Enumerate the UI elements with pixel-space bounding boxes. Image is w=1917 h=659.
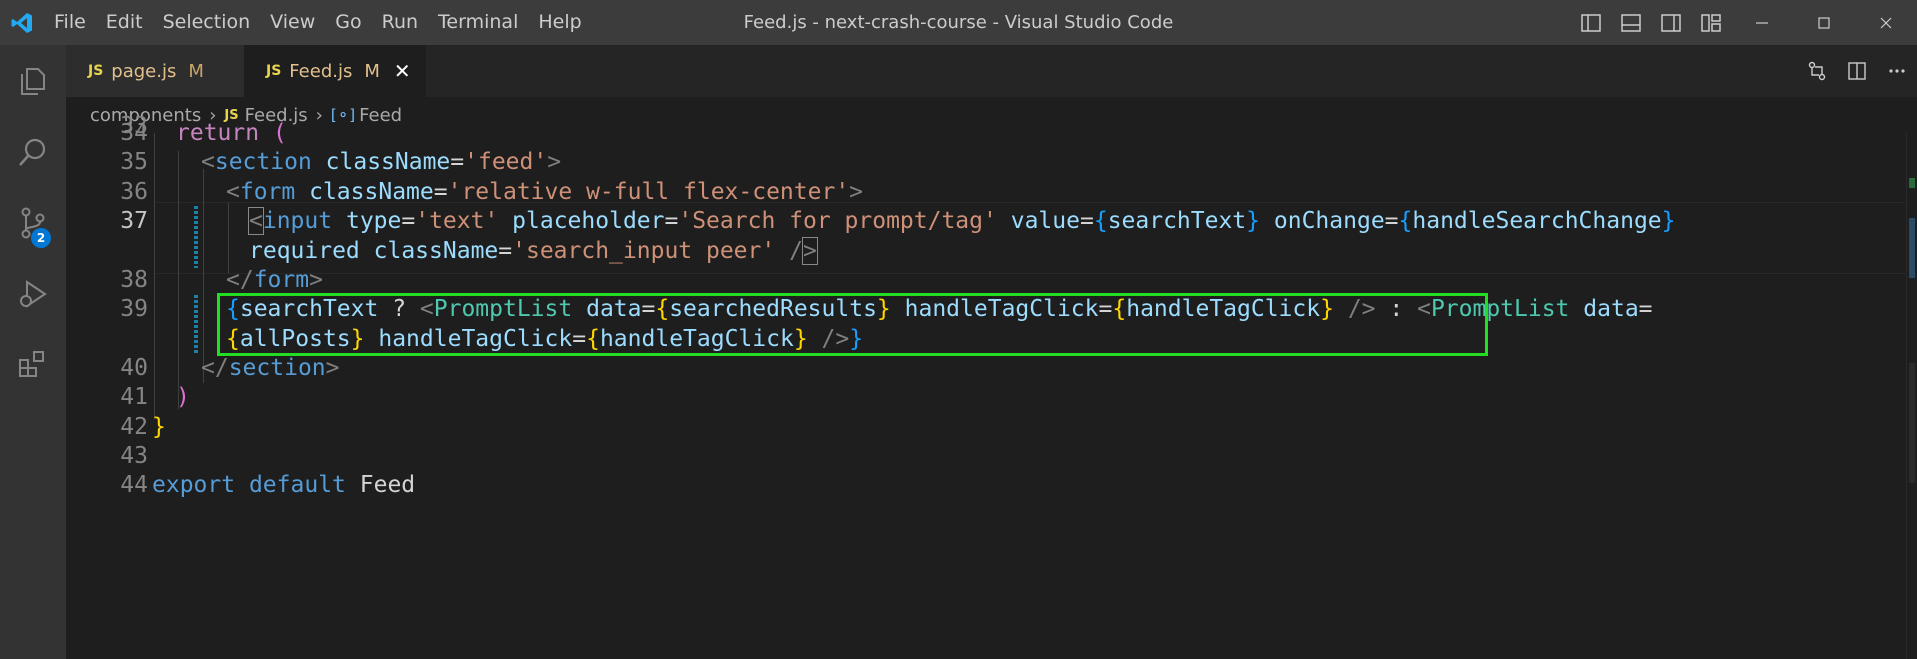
toggle-secondary-sidebar-icon[interactable] (1651, 0, 1691, 45)
menu-help[interactable]: Help (528, 0, 591, 45)
symbol-variable-icon: [⚬] (330, 106, 356, 124)
menu-view[interactable]: View (260, 0, 325, 45)
code-editor[interactable]: 33 34 35 36 37 38 39 40 41 42 43 44 retu… (66, 113, 1917, 659)
run-debug-icon[interactable] (0, 258, 66, 329)
activity-bar: 2 (0, 45, 66, 659)
menu-terminal[interactable]: Terminal (428, 0, 528, 45)
overview-ruler-mark (1909, 178, 1915, 188)
code-line: ) (176, 384, 190, 410)
javascript-file-icon: JS (88, 63, 104, 79)
title-bar: File Edit Selection View Go Run Terminal… (0, 0, 1917, 45)
explorer-icon[interactable] (0, 45, 66, 116)
toggle-panel-icon[interactable] (1611, 0, 1651, 45)
line-number: 37 (120, 208, 148, 234)
source-control-icon[interactable]: 2 (0, 187, 66, 258)
vscode-logo-icon[interactable] (0, 0, 44, 45)
code-line: required className='search_input peer' /… (249, 237, 818, 265)
menu-selection[interactable]: Selection (153, 0, 261, 45)
javascript-file-icon: JS (266, 63, 282, 79)
title-controls (1571, 0, 1917, 45)
menu-edit[interactable]: Edit (96, 0, 153, 45)
tab-feed-js[interactable]: JS Feed.js M ✕ (244, 45, 426, 97)
open-changes-icon[interactable] (1797, 45, 1837, 97)
customize-layout-icon[interactable] (1691, 0, 1731, 45)
code-line: } (152, 414, 166, 440)
window-close-icon[interactable] (1855, 0, 1917, 45)
minimize-icon[interactable] (1731, 0, 1793, 45)
search-icon[interactable] (0, 116, 66, 187)
indent-guide (154, 133, 155, 419)
breadcrumb: components › JS Feed.js › [⚬] Feed (66, 97, 1917, 133)
split-editor-icon[interactable] (1837, 45, 1877, 97)
editor-scrollbar[interactable] (1906, 133, 1917, 659)
overview-ruler-mark (1909, 363, 1915, 483)
line-number: 44 (120, 472, 148, 498)
modified-indicator: M (188, 60, 204, 82)
tab-page-js[interactable]: JS page.js M (66, 45, 244, 97)
editor-tab-bar: JS page.js M JS Feed.js M ✕ (66, 45, 1917, 97)
modified-indicator: M (364, 60, 380, 82)
gutter-change-marker (194, 295, 198, 355)
toggle-primary-sidebar-icon[interactable] (1571, 0, 1611, 45)
extensions-icon[interactable] (0, 329, 66, 400)
more-actions-icon[interactable] (1877, 45, 1917, 97)
tab-label: page.js (111, 60, 177, 82)
menu-file[interactable]: File (44, 0, 96, 45)
line-number: 39 (120, 296, 148, 322)
breadcrumb-symbol[interactable]: Feed (359, 105, 402, 126)
code-line: export default Feed (152, 472, 416, 498)
source-control-badge: 2 (31, 228, 51, 248)
editor-actions (1797, 45, 1917, 97)
close-tab-icon[interactable]: ✕ (394, 59, 411, 83)
tab-label: Feed.js (289, 60, 353, 82)
menu-bar: File Edit Selection View Go Run Terminal… (44, 0, 592, 45)
maximize-icon[interactable] (1793, 0, 1855, 45)
chevron-right-icon: › (315, 104, 323, 126)
gutter-change-marker (194, 206, 198, 268)
menu-run[interactable]: Run (372, 0, 428, 45)
menu-go[interactable]: Go (325, 0, 371, 45)
overview-ruler-mark (1909, 218, 1915, 278)
annotation-highlight-box (217, 293, 1488, 356)
indent-guide (178, 151, 179, 409)
